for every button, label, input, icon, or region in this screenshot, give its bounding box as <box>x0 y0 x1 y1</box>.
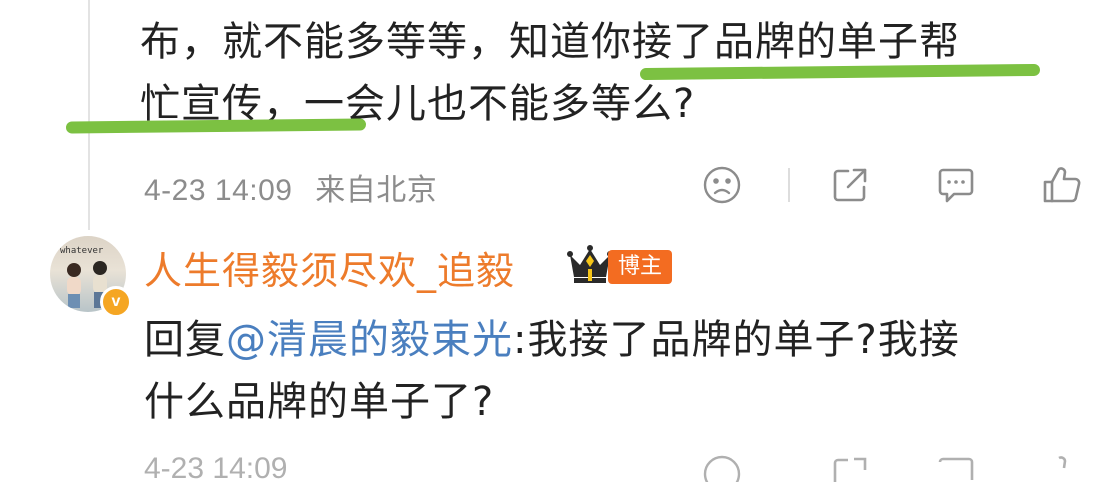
timestamp-partial: 4-23 14:09 <box>144 452 288 485</box>
comment-meta: 4-23 14:09 来自北京 <box>144 165 437 209</box>
timestamp: 4-23 14:09 <box>144 174 293 207</box>
divider <box>788 168 790 202</box>
sad-face-icon[interactable] <box>700 452 744 482</box>
next-comment-meta-partial: 4-23 14:09 <box>144 452 287 486</box>
thread-line <box>88 0 90 230</box>
reply-username[interactable]: 人生得毅须尽欢_追毅 <box>144 240 515 295</box>
verified-icon: v <box>100 286 132 318</box>
comment-icon[interactable] <box>934 452 978 482</box>
blogger-badge: 博主 <box>608 250 673 284</box>
share-icon[interactable] <box>828 163 872 207</box>
sad-face-icon[interactable] <box>700 163 744 207</box>
comment-text-line-1: 布，就不能多等等，知道你接了品牌的单子帮 <box>140 19 960 65</box>
like-icon[interactable] <box>1040 452 1084 482</box>
like-icon[interactable] <box>1040 163 1084 207</box>
mention-link[interactable]: @清晨的毅束光 <box>226 317 513 363</box>
reply-text-line-2: 什么品牌的单子了? <box>144 379 495 425</box>
crown-icon <box>566 243 614 285</box>
location: 来自北京 <box>315 174 438 207</box>
share-icon[interactable] <box>828 452 872 482</box>
comment-icon[interactable] <box>934 163 978 207</box>
reply-prefix: 回复 <box>144 317 226 363</box>
reply-text-line-1: 回复@清晨的毅束光:我接了品牌的单子?我接 <box>144 312 960 368</box>
reply-text: :我接了品牌的单子?我接 <box>513 317 960 363</box>
